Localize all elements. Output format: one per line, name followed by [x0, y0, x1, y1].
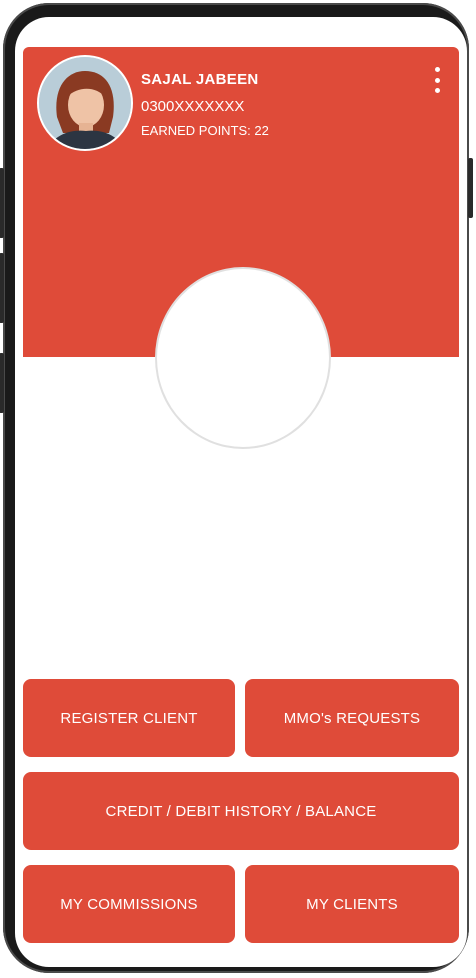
app-screen: SAJAL JABEEN 0300XXXXXXX EARNED POINTS: … [15, 17, 467, 967]
my-commissions-button[interactable]: MY COMMISSIONS [23, 865, 235, 943]
power-button [468, 158, 473, 218]
mmo-requests-button[interactable]: MMO's REQUESTS [245, 679, 459, 757]
avatar[interactable] [37, 55, 133, 151]
user-name: SAJAL JABEEN [141, 71, 259, 88]
phone-frame: SAJAL JABEEN 0300XXXXXXX EARNED POINTS: … [0, 3, 473, 973]
earned-points: EARNED POINTS: 22 [141, 123, 269, 138]
more-vertical-icon[interactable] [427, 67, 447, 93]
register-client-button[interactable]: REGISTER CLIENT [23, 679, 235, 757]
avatar-image [39, 57, 131, 149]
center-circle [155, 267, 331, 449]
credit-debit-history-button[interactable]: CREDIT / DEBIT HISTORY / BALANCE [23, 772, 459, 850]
user-phone: 0300XXXXXXX [141, 98, 245, 115]
volume-button [0, 253, 4, 323]
side-button [0, 353, 4, 413]
my-clients-button[interactable]: MY CLIENTS [245, 865, 459, 943]
volume-button [0, 168, 4, 238]
